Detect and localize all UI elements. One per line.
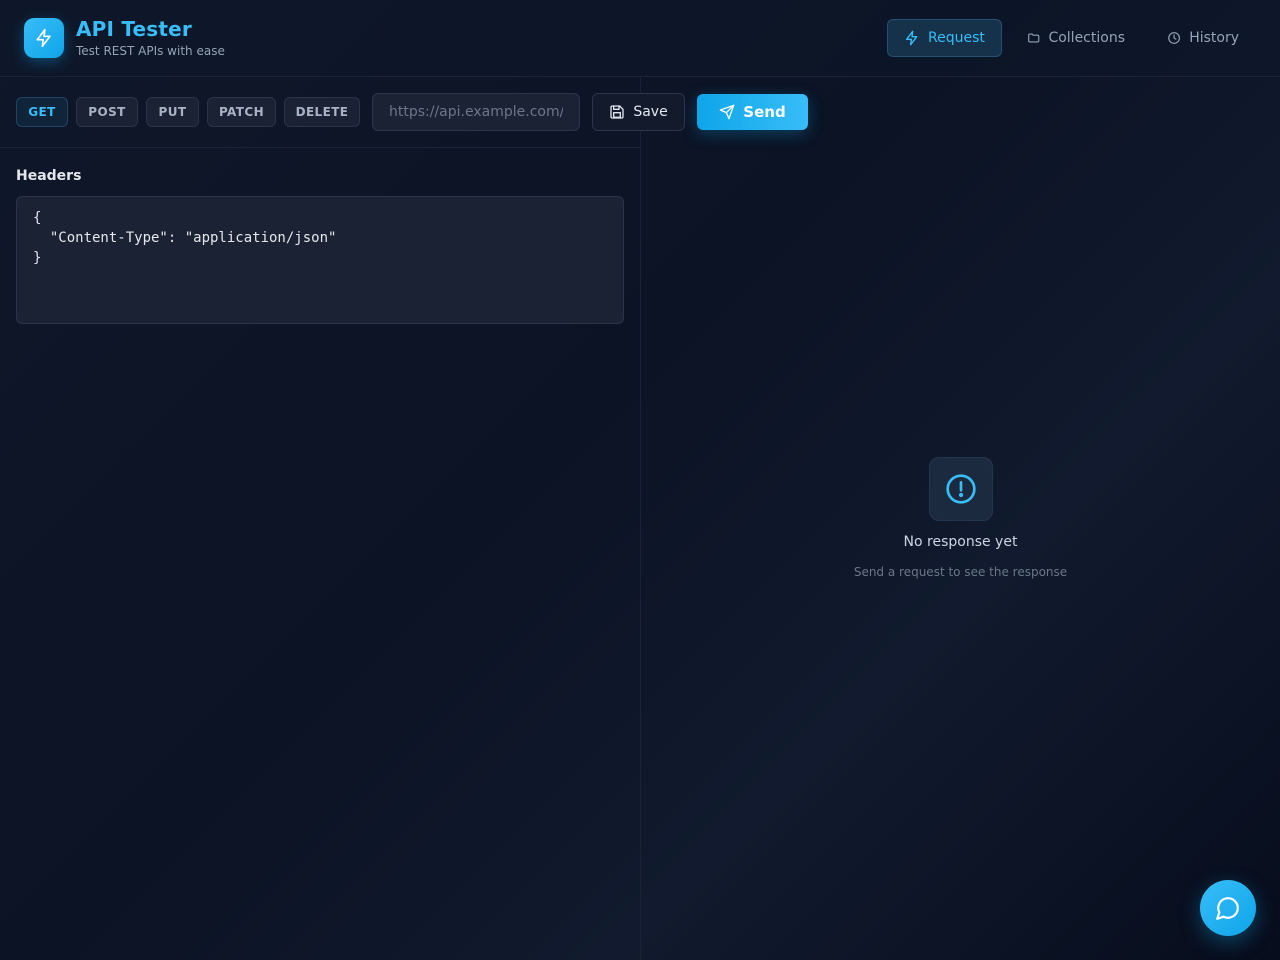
tab-request[interactable]: Request [887, 19, 1002, 57]
tab-history-label: History [1189, 30, 1239, 46]
alert-circle-icon [946, 474, 976, 504]
method-post-button[interactable]: POST [76, 97, 138, 127]
method-get-button[interactable]: GET [16, 97, 68, 127]
empty-state-icon-box [929, 457, 993, 521]
save-button[interactable]: Save [592, 93, 685, 131]
headers-editor[interactable]: { "Content-Type": "application/json" } [16, 196, 624, 324]
tab-collections-label: Collections [1048, 30, 1125, 46]
chat-button[interactable] [1200, 880, 1256, 936]
chat-bubble-icon [1216, 897, 1239, 920]
app-subtitle: Test REST APIs with ease [76, 44, 225, 58]
folder-icon [1028, 33, 1040, 43]
app-logo [24, 18, 64, 58]
tab-collections[interactable]: Collections [1010, 19, 1142, 57]
save-button-label: Save [633, 104, 668, 120]
app-header: API Tester Test REST APIs with ease Requ… [0, 0, 1280, 77]
response-panel: No response yet Send a request to see th… [641, 77, 1280, 960]
tab-request-label: Request [928, 30, 985, 46]
lightning-icon [36, 28, 51, 48]
request-panel: GET POST PUT PATCH DELETE Headers { "Con… [0, 77, 641, 960]
floppy-disk-icon [610, 105, 624, 119]
headers-title: Headers [16, 168, 82, 184]
send-button-label: Send [743, 103, 786, 121]
lightning-icon [906, 30, 918, 46]
send-button[interactable]: Send [697, 94, 808, 130]
tab-history[interactable]: History [1150, 19, 1256, 57]
request-toolbar: GET POST PUT PATCH DELETE [0, 77, 640, 148]
clock-icon [1168, 32, 1181, 44]
app-title: API Tester [76, 17, 192, 41]
paper-plane-icon [719, 104, 735, 120]
empty-state-title: No response yet [903, 534, 1018, 550]
method-delete-button[interactable]: DELETE [284, 97, 360, 127]
method-patch-button[interactable]: PATCH [207, 97, 276, 127]
url-input[interactable] [372, 93, 580, 131]
empty-state-subtitle: Send a request to see the response [853, 565, 1068, 579]
method-put-button[interactable]: PUT [146, 97, 199, 127]
